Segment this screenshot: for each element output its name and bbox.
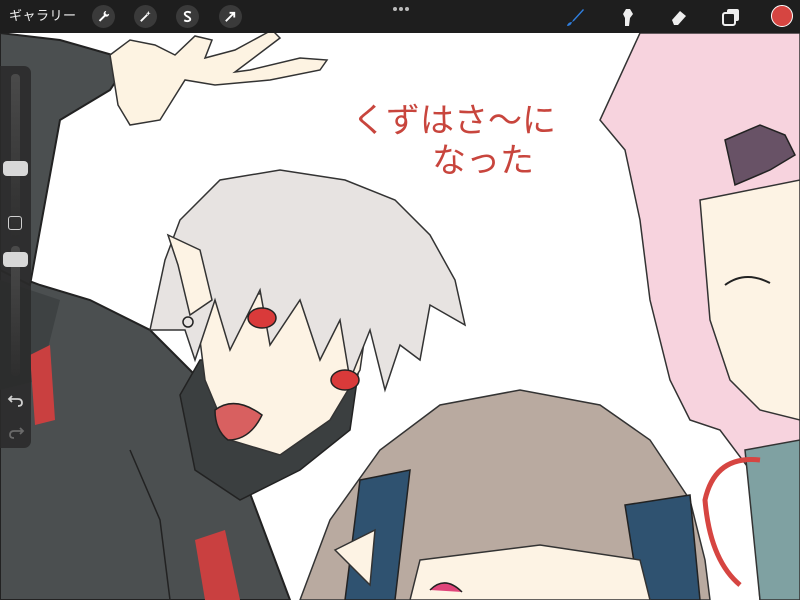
actions-button[interactable] [92,5,115,28]
eraser-tool-button[interactable] [665,3,692,30]
left-sidebar [0,66,31,448]
more-dots-icon[interactable] [391,2,411,16]
eraser-icon [671,10,686,25]
selection-s-icon [183,10,192,23]
top-toolbar: ギャラリー [0,0,800,33]
modify-button[interactable] [8,216,22,230]
layers-button[interactable] [717,3,744,30]
smudge-icon [622,8,633,26]
wrench-icon [98,10,110,22]
brush-size-slider[interactable] [11,74,20,239]
selection-button[interactable] [176,5,199,28]
brush-icon [566,8,584,26]
drawing-canvas[interactable]: くずはさ〜に なった [0,0,800,600]
undo-icon[interactable] [6,390,26,410]
brush-tool-button[interactable] [561,3,588,30]
color-picker-button[interactable] [771,5,793,27]
layers-icon [721,8,739,26]
opacity-thumb[interactable] [3,252,28,267]
brush-size-thumb[interactable] [3,161,28,176]
transform-button[interactable] [219,5,242,28]
arrow-cursor-icon [225,11,236,22]
magic-wand-icon [140,10,151,22]
adjustments-button[interactable] [134,5,157,28]
handwritten-text-line1: くずはさ〜に [352,101,556,141]
smudge-tool-button[interactable] [613,3,640,30]
redo-icon[interactable] [6,422,26,442]
gallery-button[interactable]: ギャラリー [9,0,77,33]
handwritten-text-line2: なった [432,141,534,181]
